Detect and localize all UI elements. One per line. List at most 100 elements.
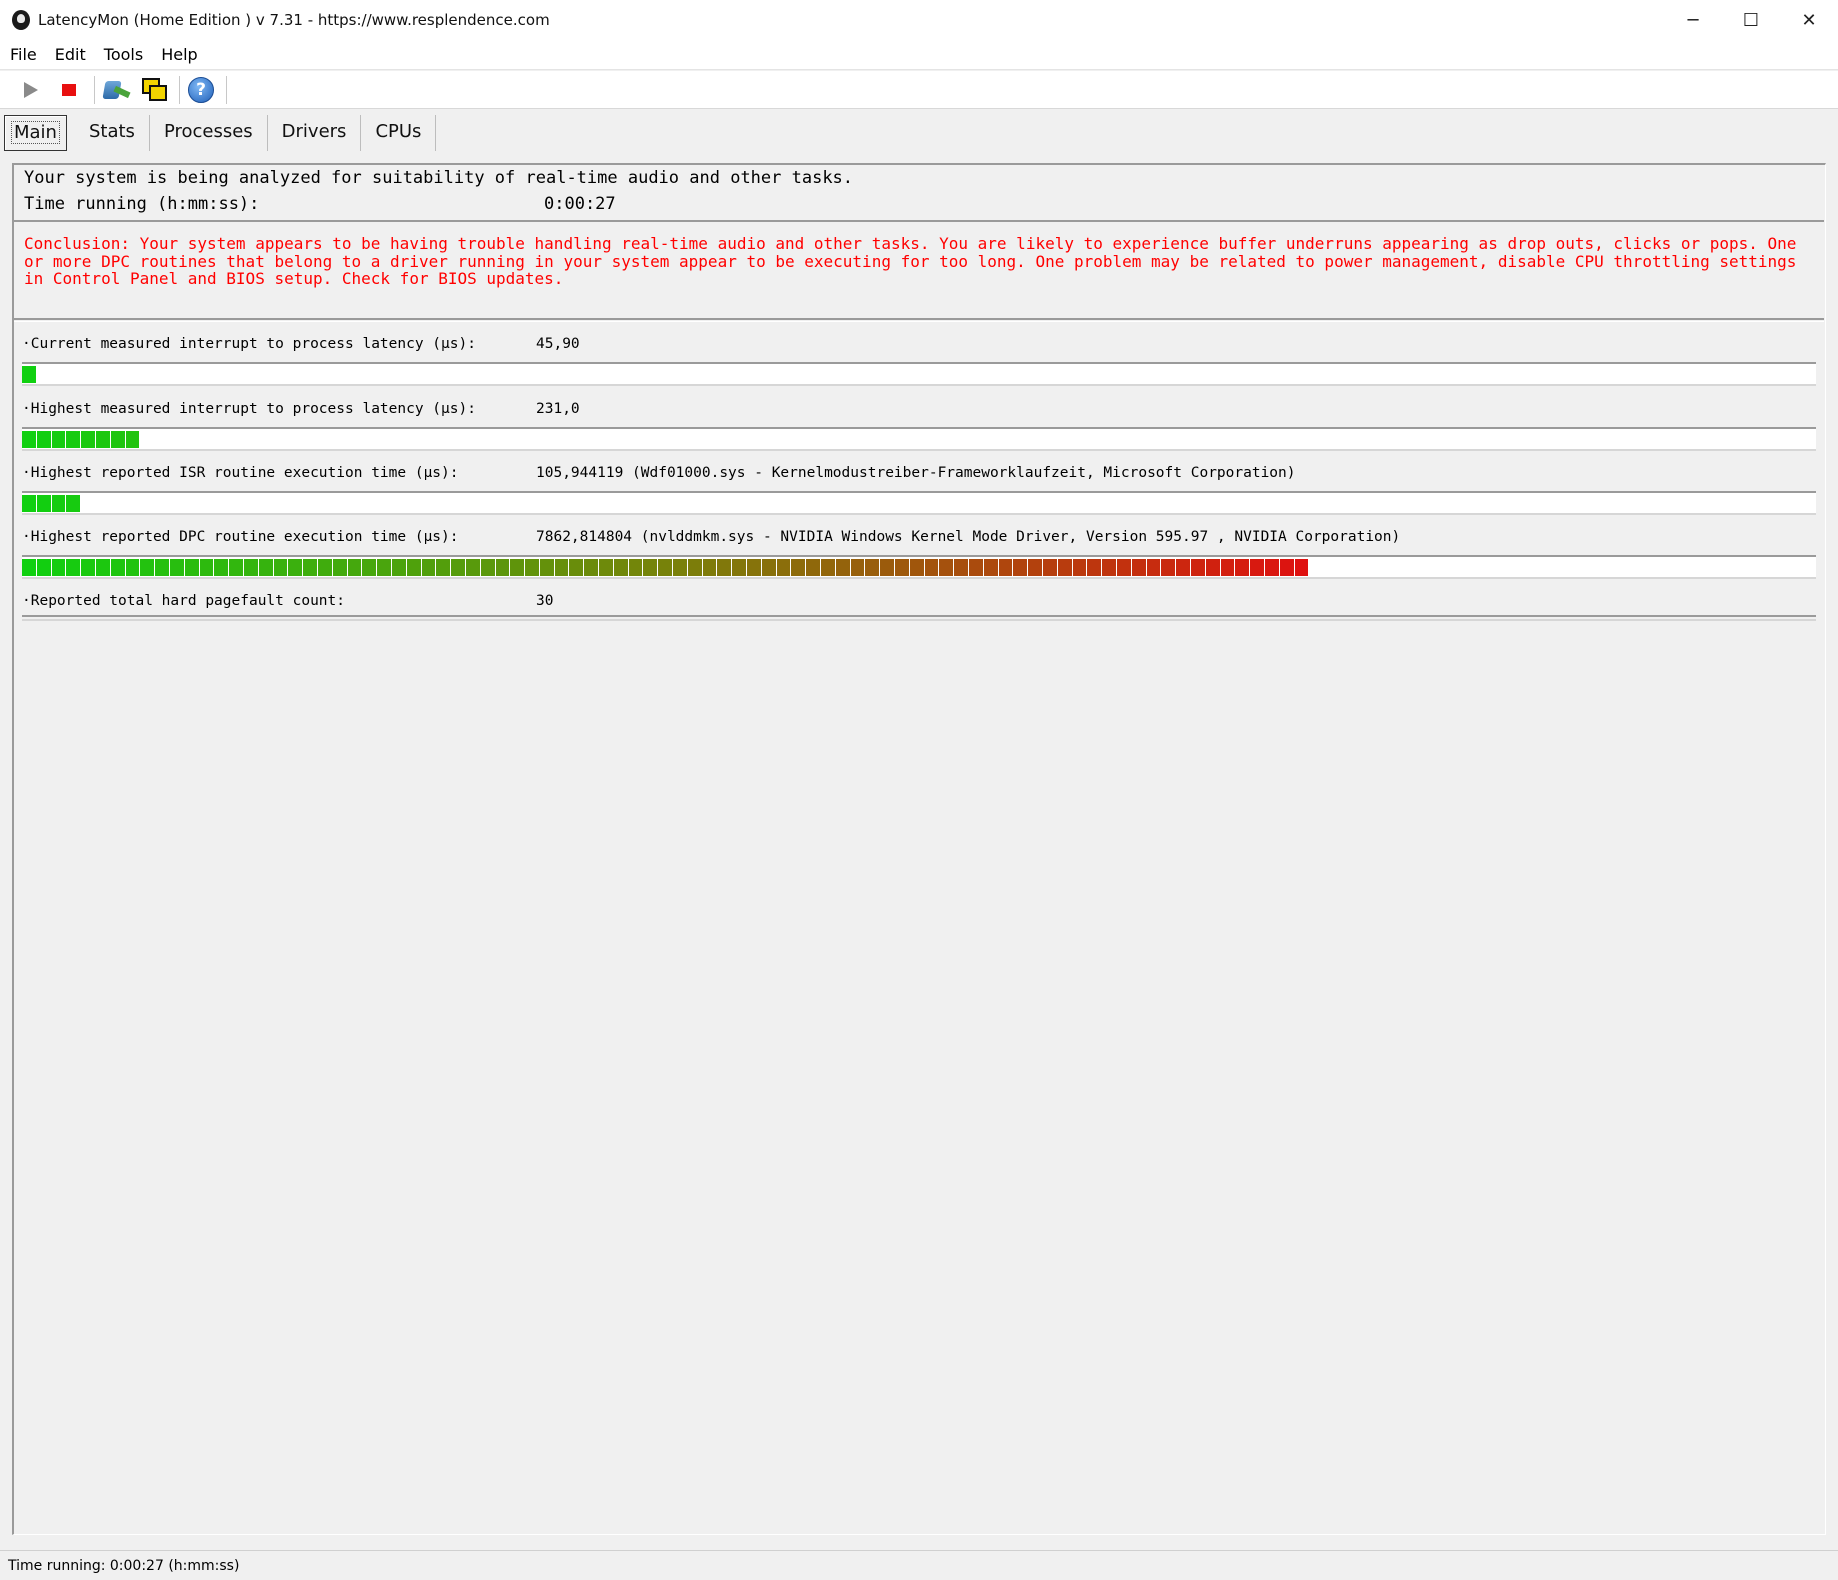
bar-segment [658,559,673,576]
bar-segment [22,559,36,576]
stop-button[interactable] [52,74,86,106]
bar-segment [36,495,51,512]
bar-segment [1190,559,1205,576]
bar-segment [761,559,776,576]
tab-drivers[interactable]: Drivers [268,115,362,151]
latency-bar [22,615,1816,621]
stop-icon [62,83,76,96]
bar-segment [1176,559,1190,576]
tab-processes[interactable]: Processes [150,115,268,151]
bar-segment [1220,559,1235,576]
toolbar-separator [226,75,227,104]
bar-segment [1131,559,1146,576]
bar-segment [125,431,140,448]
latency-bar [22,555,1816,579]
bar-segment [1205,559,1220,576]
maximize-button[interactable]: ☐ [1722,0,1780,40]
bar-segment [214,559,229,576]
metric-label: ·Highest reported DPC routine execution … [22,529,459,545]
toolbar: ? [0,71,1838,109]
bar-segment [66,495,81,512]
bar-segment [1279,559,1294,576]
start-button[interactable] [14,74,48,106]
bar-segment [1057,559,1072,576]
bar-segment [36,559,51,576]
bar-segment [747,559,761,576]
metric-label: ·Current measured interrupt to process l… [22,336,476,352]
conclusion-text: Conclusion: Your system appears to be ha… [24,234,1797,288]
bar-segment [1294,559,1309,576]
bar-segment [702,559,717,576]
drivers-button[interactable] [99,74,133,106]
bar-segment [1102,559,1116,576]
title-bar: LatencyMon (Home Edition ) v 7.31 - http… [0,0,1838,40]
divider [14,318,1824,322]
bar-segment [243,559,258,576]
play-icon [24,81,38,98]
metric-label: ·Highest measured interrupt to process l… [22,401,476,417]
windows-button[interactable] [137,74,171,106]
bar-segment [1042,559,1057,576]
bar-segment [288,559,303,576]
bar-segment [880,559,895,576]
bar-segment [510,559,525,576]
bar-segment [110,559,125,576]
time-running-value: 0:00:27 [544,194,616,214]
drivers-icon [102,77,131,103]
bar-segment [909,559,924,576]
window-controls: ─ ☐ ✕ [1664,0,1838,40]
bar-segment [81,431,95,448]
bar-segment [51,559,66,576]
bar-segment [1264,559,1279,576]
bar-segment [732,559,747,576]
bar-segment [406,559,421,576]
bar-segment [347,559,362,576]
tab-strip: Main Stats Processes Drivers CPUs [4,115,437,151]
metric-label: ·Reported total hard pagefault count: [22,593,346,609]
bar-segment [821,559,835,576]
analysis-text: Your system is being analyzed for suitab… [24,168,854,188]
menu-help[interactable]: Help [159,43,199,66]
help-icon: ? [188,76,214,103]
bar-segment [554,559,569,576]
tab-cpus[interactable]: CPUs [361,115,437,151]
bar-segment [184,559,199,576]
menu-tools[interactable]: Tools [102,43,145,66]
close-button[interactable]: ✕ [1780,0,1838,40]
bar-segment [613,559,628,576]
bar-segment [169,559,184,576]
bar-segment [673,559,687,576]
help-button[interactable]: ? [184,74,218,106]
bar-segment [687,559,702,576]
tab-main[interactable]: Main [4,115,67,151]
bar-segment [850,559,865,576]
bar-segment [1116,559,1131,576]
minimize-button[interactable]: ─ [1664,0,1722,40]
bar-segment [954,559,968,576]
bar-segment [421,559,436,576]
bar-segment [1013,559,1028,576]
bar-segment [22,495,36,512]
bar-segment [258,559,273,576]
status-bar: Time running: 0:00:27 (h:mm:ss) [0,1550,1838,1580]
latency-bar [22,427,1816,451]
bar-segment [303,559,317,576]
bar-segment [525,559,539,576]
menu-edit[interactable]: Edit [53,43,88,66]
bar-segment [806,559,821,576]
bar-segment [51,495,66,512]
menu-file[interactable]: File [8,43,39,66]
metric-value: 231,0 [536,401,580,417]
bar-segment [66,559,81,576]
bar-segment [643,559,658,576]
metric-value: 105,944119 (Wdf01000.sys - Kernelmodustr… [536,465,1296,481]
bar-segment [66,431,81,448]
bar-segment [939,559,954,576]
latencymon-app-icon [12,10,30,30]
tab-stats[interactable]: Stats [75,115,150,151]
metric-value: 45,90 [536,336,580,352]
bar-segment [377,559,391,576]
bar-segment [362,559,377,576]
bar-segment [1250,559,1264,576]
bar-segment [569,559,584,576]
